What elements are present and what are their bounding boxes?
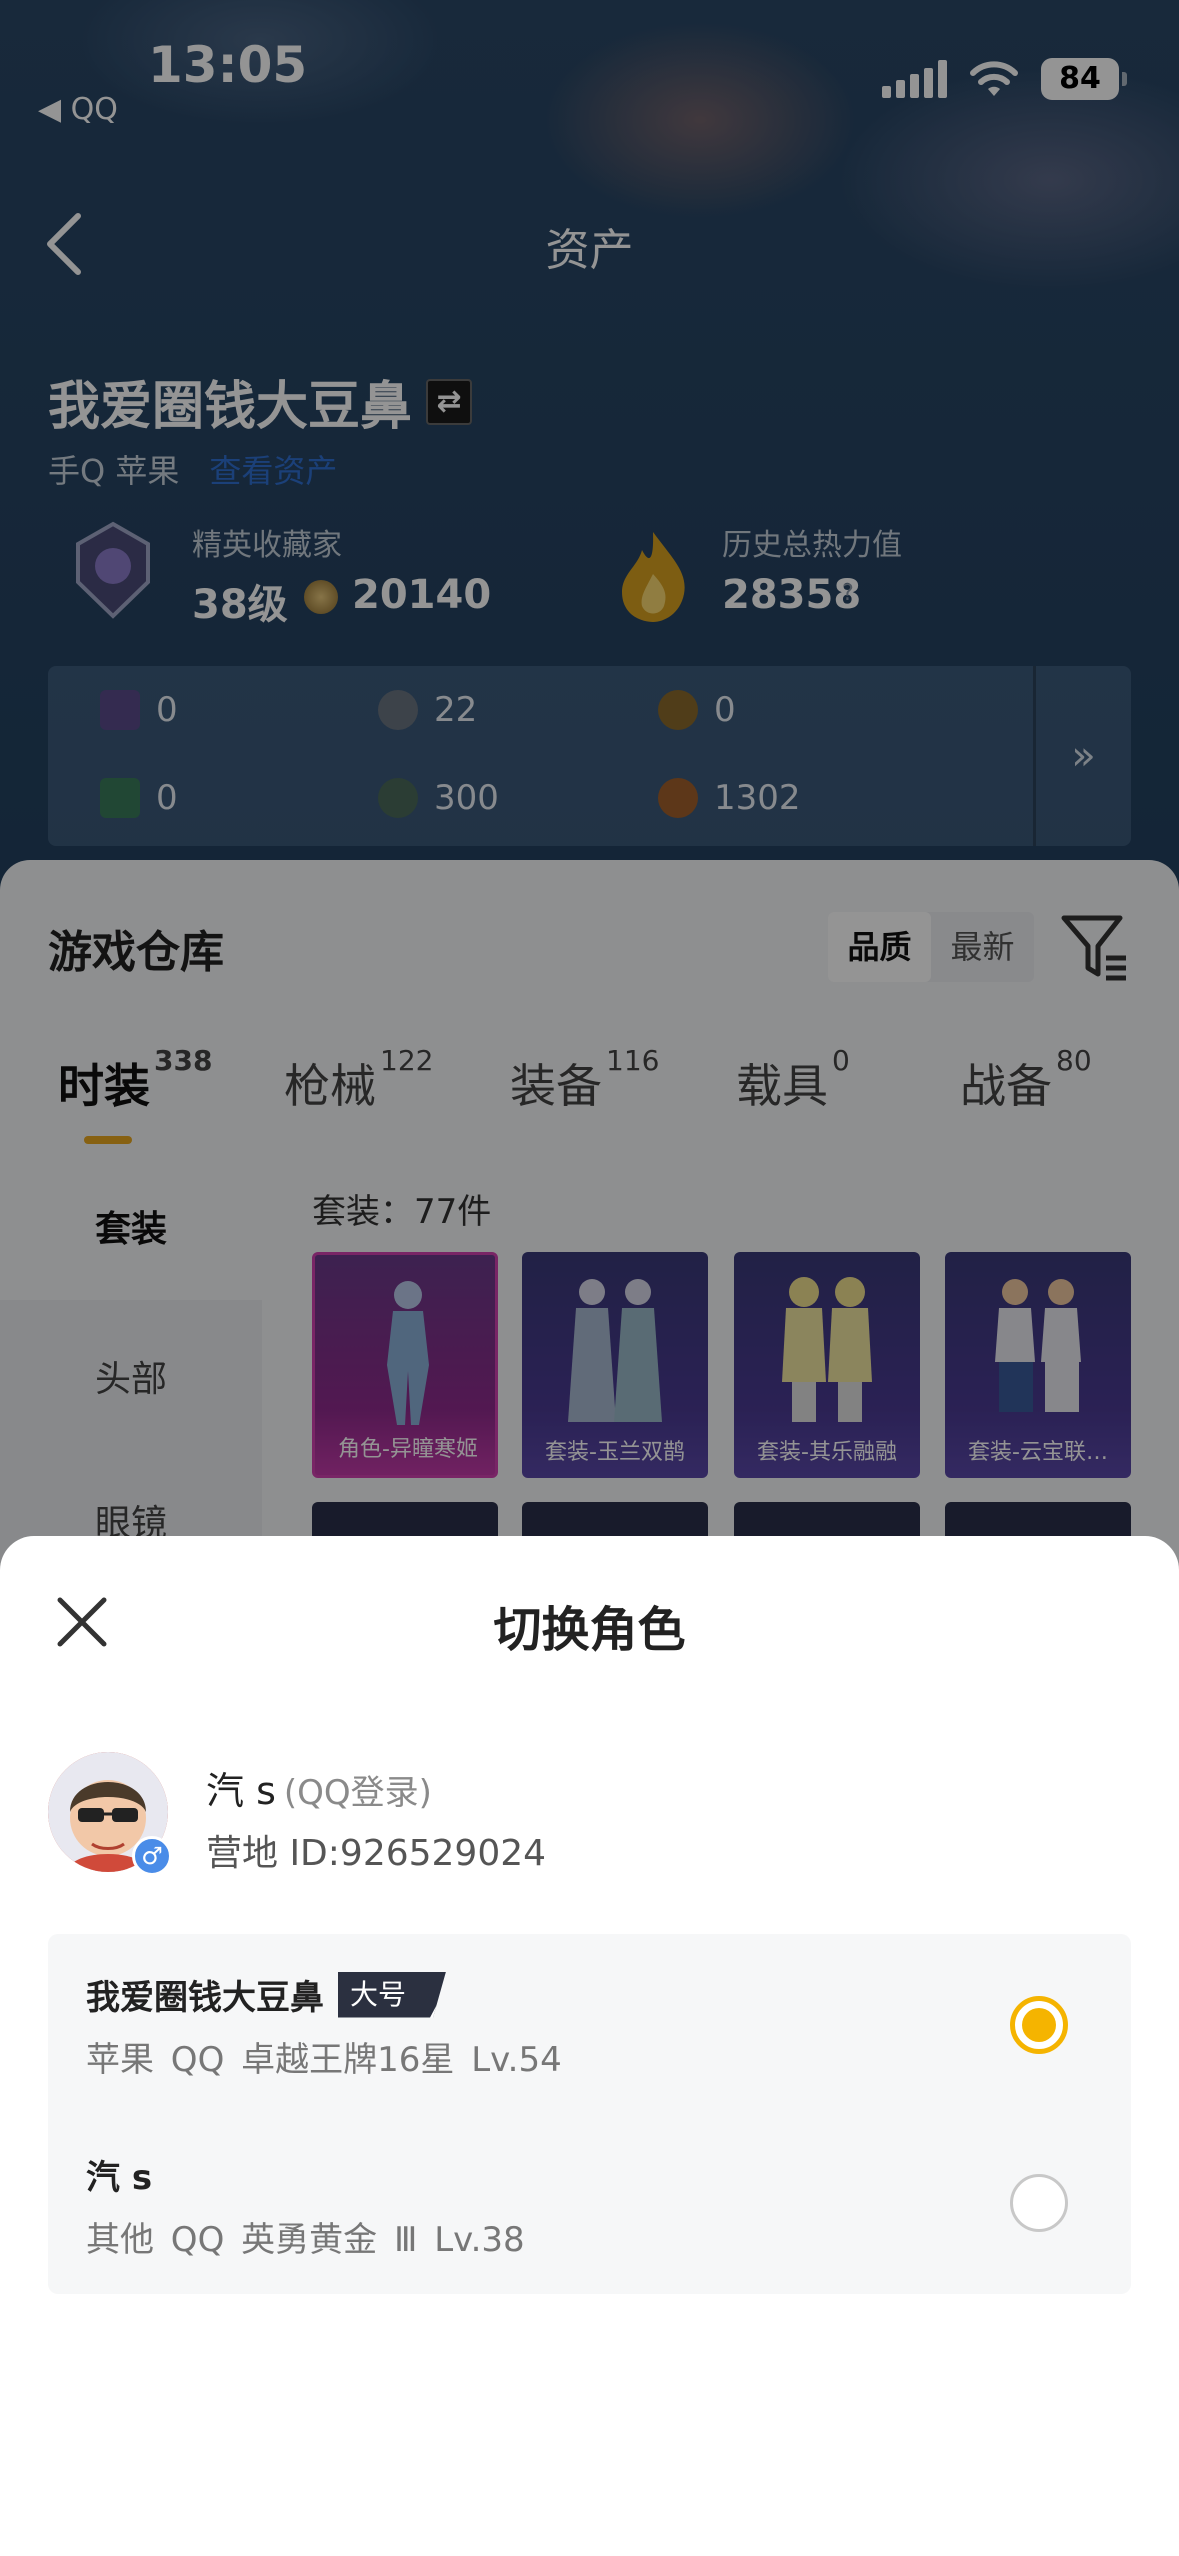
main-account-badge: 大号: [338, 1971, 447, 2018]
role-name: 我爱圈钱大豆鼻: [86, 1978, 324, 2018]
role-radio-selected[interactable]: [1010, 1996, 1068, 2054]
role-radio[interactable]: [1010, 2174, 1068, 2232]
account-name: 汽 s: [206, 1769, 276, 1813]
login-method: (QQ登录): [283, 1773, 432, 1813]
role-meta: 苹果 QQ 卓越王牌16星 Lv.54: [86, 2040, 562, 2080]
role-name: 汽 s: [86, 2158, 153, 2198]
role-meta: 其他 QQ 英勇黄金 Ⅲ Lv.38: [86, 2220, 525, 2260]
role-name-row: 我爱圈钱大豆鼻 大号: [86, 1970, 447, 2019]
account-name-row: 汽 s (QQ登录): [206, 1760, 432, 1815]
camp-id: 营地 ID:926529024: [206, 1833, 547, 1874]
sheet-title: 切换角色: [493, 1602, 686, 1658]
switch-role-sheet: 切换角色 ♂ 汽 s (QQ登录) 营地 ID:926529024 我爱圈钱大豆鼻…: [0, 1536, 1179, 2556]
role-name-row: 汽 s: [86, 2150, 152, 2199]
role-list: 我爱圈钱大豆鼻 大号 苹果 QQ 卓越王牌16星 Lv.54 汽 s 其他 QQ…: [48, 1934, 1131, 2294]
male-gender-icon: ♂: [132, 1836, 172, 1876]
